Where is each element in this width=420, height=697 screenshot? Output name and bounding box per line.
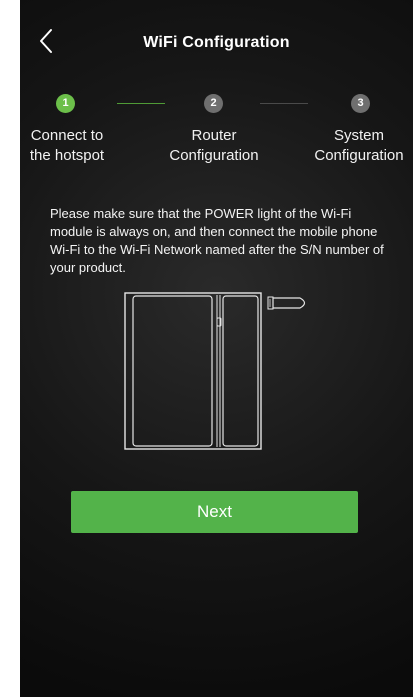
wifi-config-screen: WiFi Configuration 1 Connect to the hots… <box>20 0 413 697</box>
wifi-module-illustration <box>124 292 306 450</box>
step-2-label: Router Configuration <box>169 127 259 164</box>
step-connector-2 <box>260 103 308 104</box>
step-1-circle: 1 <box>56 94 75 113</box>
header: WiFi Configuration <box>20 0 413 88</box>
step-2-circle: 2 <box>204 94 223 113</box>
instructions-text: Please make sure that the POWER light of… <box>50 206 384 275</box>
step-indicator: 1 Connect to the hotspot 2 Router Config… <box>20 94 413 174</box>
step-1-label: Connect to the hotspot <box>29 127 105 164</box>
step-3-circle: 3 <box>351 94 370 113</box>
next-button[interactable]: Next <box>71 491 358 533</box>
step-connector-1 <box>117 103 165 104</box>
step-3-label: System Configuration <box>314 127 404 164</box>
page-title: WiFi Configuration <box>143 34 290 51</box>
